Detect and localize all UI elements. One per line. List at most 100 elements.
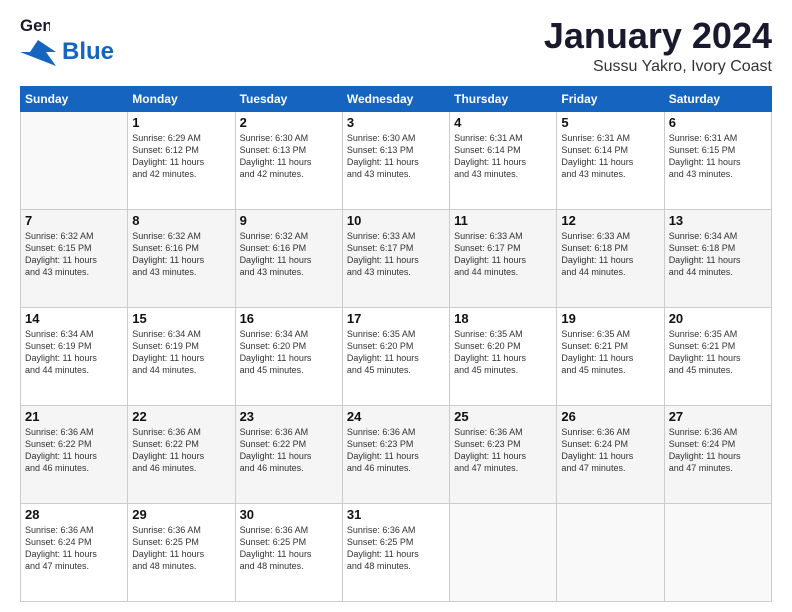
day-number: 17 bbox=[347, 311, 445, 326]
logo-icon: General bbox=[20, 16, 50, 38]
day-number: 23 bbox=[240, 409, 338, 424]
bird-icon bbox=[20, 38, 56, 66]
calendar-header-monday: Monday bbox=[128, 86, 235, 111]
day-number: 10 bbox=[347, 213, 445, 228]
day-info: Sunrise: 6:34 AM Sunset: 6:20 PM Dayligh… bbox=[240, 328, 338, 377]
calendar-header-row: SundayMondayTuesdayWednesdayThursdayFrid… bbox=[21, 86, 772, 111]
calendar-header-friday: Friday bbox=[557, 86, 664, 111]
day-info: Sunrise: 6:34 AM Sunset: 6:18 PM Dayligh… bbox=[669, 230, 767, 279]
day-info: Sunrise: 6:36 AM Sunset: 6:25 PM Dayligh… bbox=[347, 524, 445, 573]
svg-text:General: General bbox=[20, 16, 50, 35]
day-info: Sunrise: 6:36 AM Sunset: 6:24 PM Dayligh… bbox=[25, 524, 123, 573]
calendar-cell: 7 Sunrise: 6:32 AM Sunset: 6:15 PM Daylig… bbox=[21, 209, 128, 307]
day-number: 22 bbox=[132, 409, 230, 424]
calendar-row: 28 Sunrise: 6:36 AM Sunset: 6:24 PM Dayli… bbox=[21, 503, 772, 601]
calendar-header-sunday: Sunday bbox=[21, 86, 128, 111]
day-info: Sunrise: 6:36 AM Sunset: 6:25 PM Dayligh… bbox=[132, 524, 230, 573]
calendar-table: SundayMondayTuesdayWednesdayThursdayFrid… bbox=[20, 86, 772, 602]
day-number: 12 bbox=[561, 213, 659, 228]
day-number: 11 bbox=[454, 213, 552, 228]
day-number: 6 bbox=[669, 115, 767, 130]
logo: General Blue bbox=[20, 16, 114, 66]
day-info: Sunrise: 6:34 AM Sunset: 6:19 PM Dayligh… bbox=[132, 328, 230, 377]
calendar-cell: 21Sunrise: 6:36 AM Sunset: 6:22 PM Dayli… bbox=[21, 405, 128, 503]
day-number: 5 bbox=[561, 115, 659, 130]
day-info: Sunrise: 6:36 AM Sunset: 6:24 PM Dayligh… bbox=[561, 426, 659, 475]
calendar-header-saturday: Saturday bbox=[664, 86, 771, 111]
day-info: Sunrise: 6:36 AM Sunset: 6:24 PM Dayligh… bbox=[669, 426, 767, 475]
calendar-header-wednesday: Wednesday bbox=[342, 86, 449, 111]
day-number: 3 bbox=[347, 115, 445, 130]
day-info: Sunrise: 6:31 AM Sunset: 6:15 PM Dayligh… bbox=[669, 132, 767, 181]
day-info: Sunrise: 6:30 AM Sunset: 6:13 PM Dayligh… bbox=[347, 132, 445, 181]
day-number: 31 bbox=[347, 507, 445, 522]
calendar-cell: 26Sunrise: 6:36 AM Sunset: 6:24 PM Dayli… bbox=[557, 405, 664, 503]
day-number: 30 bbox=[240, 507, 338, 522]
day-info: Sunrise: 6:36 AM Sunset: 6:23 PM Dayligh… bbox=[454, 426, 552, 475]
day-info: Sunrise: 6:30 AM Sunset: 6:13 PM Dayligh… bbox=[240, 132, 338, 181]
calendar-cell: 28 Sunrise: 6:36 AM Sunset: 6:24 PM Dayli… bbox=[21, 503, 128, 601]
calendar-cell: 15 Sunrise: 6:34 AM Sunset: 6:19 PM Dayli… bbox=[128, 307, 235, 405]
calendar-cell: 30Sunrise: 6:36 AM Sunset: 6:25 PM Dayli… bbox=[235, 503, 342, 601]
day-number: 1 bbox=[132, 115, 230, 130]
calendar-cell: 22 Sunrise: 6:36 AM Sunset: 6:22 PM Dayli… bbox=[128, 405, 235, 503]
page: General Blue January 2024 Sussu Yakro, I… bbox=[0, 0, 792, 612]
day-number: 29 bbox=[132, 507, 230, 522]
day-info: Sunrise: 6:33 AM Sunset: 6:17 PM Dayligh… bbox=[454, 230, 552, 279]
day-info: Sunrise: 6:32 AM Sunset: 6:15 PM Dayligh… bbox=[25, 230, 123, 279]
calendar-cell: 20Sunrise: 6:35 AM Sunset: 6:21 PM Dayli… bbox=[664, 307, 771, 405]
day-number: 7 bbox=[25, 213, 123, 228]
day-info: Sunrise: 6:36 AM Sunset: 6:22 PM Dayligh… bbox=[132, 426, 230, 475]
day-number: 18 bbox=[454, 311, 552, 326]
calendar-header-tuesday: Tuesday bbox=[235, 86, 342, 111]
day-info: Sunrise: 6:31 AM Sunset: 6:14 PM Dayligh… bbox=[454, 132, 552, 181]
day-info: Sunrise: 6:33 AM Sunset: 6:18 PM Dayligh… bbox=[561, 230, 659, 279]
day-number: 8 bbox=[132, 213, 230, 228]
day-number: 28 bbox=[25, 507, 123, 522]
day-info: Sunrise: 6:35 AM Sunset: 6:21 PM Dayligh… bbox=[669, 328, 767, 377]
calendar-cell: 23Sunrise: 6:36 AM Sunset: 6:22 PM Dayli… bbox=[235, 405, 342, 503]
calendar-row: 21 Sunrise: 6:36 AM Sunset: 6:22 PM Dayli… bbox=[21, 405, 772, 503]
calendar-cell: 24 Sunrise: 6:36 AM Sunset: 6:23 PM Dayli… bbox=[342, 405, 449, 503]
day-info: Sunrise: 6:35 AM Sunset: 6:20 PM Dayligh… bbox=[454, 328, 552, 377]
calendar-cell: 25 Sunrise: 6:36 AM Sunset: 6:23 PM Dayli… bbox=[450, 405, 557, 503]
day-number: 14 bbox=[25, 311, 123, 326]
day-number: 24 bbox=[347, 409, 445, 424]
day-info: Sunrise: 6:31 AM Sunset: 6:14 PM Dayligh… bbox=[561, 132, 659, 181]
day-info: Sunrise: 6:33 AM Sunset: 6:17 PM Dayligh… bbox=[347, 230, 445, 279]
calendar-row: 7 Sunrise: 6:32 AM Sunset: 6:15 PM Daylig… bbox=[21, 209, 772, 307]
day-number: 21 bbox=[25, 409, 123, 424]
calendar-cell bbox=[450, 503, 557, 601]
subtitle: Sussu Yakro, Ivory Coast bbox=[544, 58, 772, 76]
day-number: 25 bbox=[454, 409, 552, 424]
calendar-cell bbox=[557, 503, 664, 601]
calendar-cell: 31 Sunrise: 6:36 AM Sunset: 6:25 PM Dayli… bbox=[342, 503, 449, 601]
day-number: 4 bbox=[454, 115, 552, 130]
day-info: Sunrise: 6:36 AM Sunset: 6:23 PM Dayligh… bbox=[347, 426, 445, 475]
day-info: Sunrise: 6:35 AM Sunset: 6:20 PM Dayligh… bbox=[347, 328, 445, 377]
calendar-cell: 2 Sunrise: 6:30 AM Sunset: 6:13 PM Daylig… bbox=[235, 111, 342, 209]
calendar-cell: 18 Sunrise: 6:35 AM Sunset: 6:20 PM Dayli… bbox=[450, 307, 557, 405]
calendar-row: 1Sunrise: 6:29 AM Sunset: 6:12 PM Daylig… bbox=[21, 111, 772, 209]
day-info: Sunrise: 6:32 AM Sunset: 6:16 PM Dayligh… bbox=[132, 230, 230, 279]
calendar-cell: 16Sunrise: 6:34 AM Sunset: 6:20 PM Dayli… bbox=[235, 307, 342, 405]
calendar-cell: 10 Sunrise: 6:33 AM Sunset: 6:17 PM Dayli… bbox=[342, 209, 449, 307]
day-number: 13 bbox=[669, 213, 767, 228]
calendar-cell: 4 Sunrise: 6:31 AM Sunset: 6:14 PM Daylig… bbox=[450, 111, 557, 209]
calendar-cell: 3 Sunrise: 6:30 AM Sunset: 6:13 PM Daylig… bbox=[342, 111, 449, 209]
calendar-cell: 17 Sunrise: 6:35 AM Sunset: 6:20 PM Dayli… bbox=[342, 307, 449, 405]
calendar-cell: 12 Sunrise: 6:33 AM Sunset: 6:18 PM Dayli… bbox=[557, 209, 664, 307]
calendar-cell: 13 Sunrise: 6:34 AM Sunset: 6:18 PM Dayli… bbox=[664, 209, 771, 307]
calendar-cell bbox=[21, 111, 128, 209]
calendar-cell: 6 Sunrise: 6:31 AM Sunset: 6:15 PM Daylig… bbox=[664, 111, 771, 209]
header: General Blue January 2024 Sussu Yakro, I… bbox=[20, 16, 772, 76]
title-section: January 2024 Sussu Yakro, Ivory Coast bbox=[544, 16, 772, 76]
calendar-header-thursday: Thursday bbox=[450, 86, 557, 111]
main-title: January 2024 bbox=[544, 16, 772, 56]
day-number: 2 bbox=[240, 115, 338, 130]
day-number: 15 bbox=[132, 311, 230, 326]
calendar-cell: 9Sunrise: 6:32 AM Sunset: 6:16 PM Daylig… bbox=[235, 209, 342, 307]
day-number: 19 bbox=[561, 311, 659, 326]
day-number: 9 bbox=[240, 213, 338, 228]
day-number: 27 bbox=[669, 409, 767, 424]
